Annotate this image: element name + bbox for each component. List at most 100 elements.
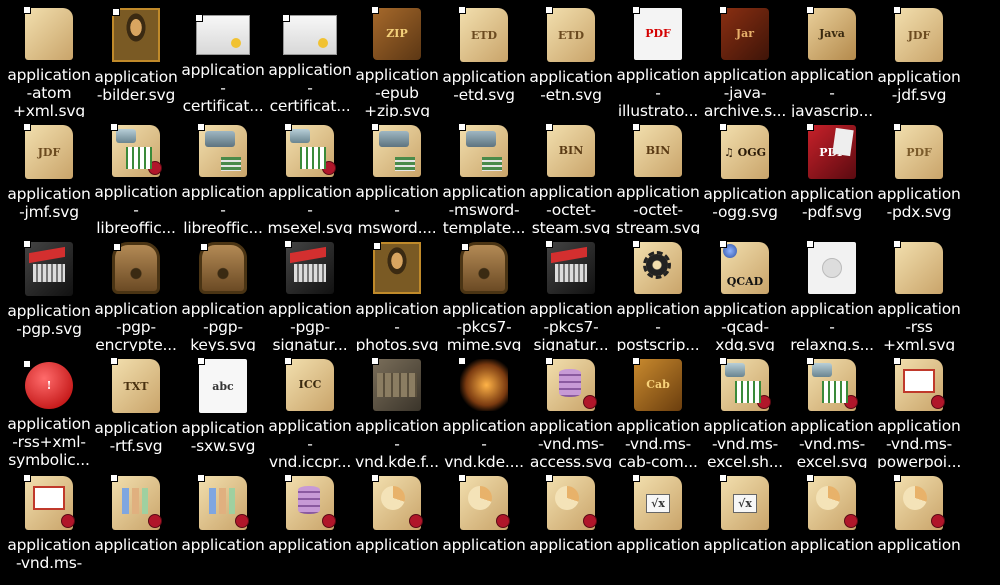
emblem-marker-icon bbox=[806, 6, 814, 14]
file-icon-item[interactable]: application bbox=[527, 468, 615, 585]
file-icon-item[interactable]: ICC application - vnd.iccpr... bbox=[266, 351, 354, 468]
file-icon-item[interactable]: application - libreoffic... bbox=[179, 117, 267, 234]
file-icon-item[interactable]: TXT application -rtf.svg bbox=[92, 351, 180, 468]
file-icon-item[interactable]: application -pgp.svg bbox=[5, 234, 93, 351]
file-icon-item[interactable]: application bbox=[179, 468, 267, 585]
file-icon-item[interactable]: √x application bbox=[701, 468, 789, 585]
file-icon-item[interactable]: JDF application -jdf.svg bbox=[875, 0, 963, 117]
file-icon-item[interactable]: application - libreoffic... bbox=[92, 117, 180, 234]
crate-icon bbox=[371, 357, 421, 411]
file-icon-item[interactable]: ETD application -etn.svg bbox=[527, 0, 615, 117]
file-icon-item[interactable]: Java application - javascrip... bbox=[788, 0, 876, 117]
mona-lisa-picture-icon bbox=[373, 242, 421, 294]
pdf-book-icon: PDF bbox=[806, 123, 856, 179]
file-icon-item[interactable]: application -vnd.ms- bbox=[5, 468, 93, 585]
file-name-label: application -ogg.svg bbox=[703, 185, 787, 221]
file-icon-item[interactable]: application - relaxng.s... bbox=[788, 234, 876, 351]
file-icon-item[interactable]: ETD application -etd.svg bbox=[440, 0, 528, 117]
file-icon-item[interactable]: application - certificat... bbox=[179, 0, 267, 117]
file-icon-item[interactable]: application -pgp- keys.svg bbox=[179, 234, 267, 351]
file-icon-item[interactable]: PDF application - illustrato... bbox=[614, 0, 702, 117]
file-icon-item[interactable]: application - photos.svg bbox=[353, 234, 441, 351]
file-icon-item[interactable]: application - postscrip... bbox=[614, 234, 702, 351]
file-name-label: application -octet- steam.svg bbox=[529, 182, 613, 234]
file-icon-item[interactable]: application - msexel.svg bbox=[266, 117, 354, 234]
emblem-marker-icon bbox=[23, 240, 31, 248]
file-name-label: application -java- archive.s... bbox=[703, 65, 787, 117]
wax-seal-icon bbox=[583, 394, 597, 409]
emblem-marker-icon bbox=[458, 357, 466, 365]
file-icon-item[interactable]: BIN application -octet- steam.svg bbox=[527, 117, 615, 234]
file-icon-item[interactable]: application -pgp- signatur... bbox=[266, 234, 354, 351]
file-icon-item[interactable]: application bbox=[440, 468, 528, 585]
emblem-marker-icon bbox=[632, 240, 640, 248]
emblem-marker-icon bbox=[893, 123, 901, 131]
file-icon-item[interactable]: BIN application -octet- stream.svg bbox=[614, 117, 702, 234]
file-icon-item[interactable]: application -vnd.ms- excel.sh... bbox=[701, 351, 789, 468]
file-icon-item[interactable]: application -atom +xml.svg bbox=[5, 0, 93, 117]
wax-seal-icon bbox=[496, 514, 510, 528]
emblem-marker-icon bbox=[632, 474, 640, 482]
emblem-marker-icon bbox=[719, 357, 727, 365]
zip-archive-icon: ZIP bbox=[371, 6, 421, 60]
file-icon-item[interactable]: JDF application -jmf.svg bbox=[5, 117, 93, 234]
keyring-icon bbox=[23, 240, 73, 296]
file-icon-item[interactable]: application -bilder.svg bbox=[92, 0, 180, 117]
file-icon-item[interactable]: PDF application -pdf.svg bbox=[788, 117, 876, 234]
file-icon-item[interactable]: application -vnd.ms- access.svg bbox=[527, 351, 615, 468]
icon-glyph-text: ETD bbox=[470, 28, 498, 42]
file-name-label: application - illustrato... bbox=[616, 65, 700, 117]
file-icon-item[interactable]: application bbox=[788, 468, 876, 585]
file-icon-item[interactable]: application - vnd.kde.f... bbox=[353, 351, 441, 468]
formula-document-icon: √x bbox=[719, 474, 769, 530]
keyring-icon bbox=[545, 240, 595, 294]
file-icon-item[interactable]: application - msword.... bbox=[353, 117, 441, 234]
certificate-icon bbox=[282, 14, 337, 55]
file-icon-item[interactable]: ZIP application -epub +zip.svg bbox=[353, 0, 441, 117]
file-icon-item[interactable]: QCAD application -qcad- xdg.svg bbox=[701, 234, 789, 351]
file-name-label: application -epub +zip.svg bbox=[355, 65, 439, 117]
emblem-marker-icon bbox=[371, 357, 379, 365]
file-icon-item[interactable]: application bbox=[353, 468, 441, 585]
file-icon-item[interactable]: application bbox=[92, 468, 180, 585]
file-name-label: application - libreoffic... bbox=[181, 182, 265, 234]
file-icon-item[interactable]: PDF application -pdx.svg bbox=[875, 117, 963, 234]
icon-glyph-text: Cab bbox=[646, 378, 670, 392]
file-name-label: application -vnd.ms- bbox=[7, 536, 91, 572]
padlock-icon bbox=[199, 242, 247, 294]
file-icon-item[interactable]: application - vnd.kde.... bbox=[440, 351, 528, 468]
file-icon-item[interactable]: application bbox=[875, 468, 963, 585]
file-icon-item[interactable]: application -pkcs7- mime.svg bbox=[440, 234, 528, 351]
pdf-acrobat-icon: PDF bbox=[632, 6, 682, 60]
file-name-label: application -rtf.svg bbox=[94, 419, 178, 455]
file-icon-item[interactable]: application - certificat... bbox=[266, 0, 354, 117]
emblem-marker-icon bbox=[284, 474, 292, 482]
typewriter-document-icon bbox=[197, 123, 247, 177]
file-name-label: application bbox=[442, 536, 526, 554]
file-icon-item[interactable]: application -vnd.ms- excel.svg bbox=[788, 351, 876, 468]
file-icon-item[interactable]: abc application -sxw.svg bbox=[179, 351, 267, 468]
icon-glyph-text: PDF bbox=[906, 145, 932, 159]
file-icon-item[interactable]: √x application bbox=[614, 468, 702, 585]
file-icon-item[interactable]: application bbox=[266, 468, 354, 585]
file-icon-item[interactable]: ! application -rss+xml- symbolic... bbox=[5, 351, 93, 468]
file-icon-item[interactable]: application -pgp- encrypte... bbox=[92, 234, 180, 351]
file-icon-item[interactable]: application -pkcs7- signatur... bbox=[527, 234, 615, 351]
emblem-marker-icon bbox=[632, 123, 640, 131]
file-icon-item[interactable]: application -rss +xml.svg bbox=[875, 234, 963, 351]
pie-chart-document-icon bbox=[806, 474, 858, 530]
file-icon-item[interactable]: application -msword- template... bbox=[440, 117, 528, 234]
emblem-marker-icon bbox=[632, 357, 640, 365]
icon-glyph-text: Java bbox=[819, 27, 845, 41]
file-icon-item[interactable]: Jar application -java- archive.s... bbox=[701, 0, 789, 117]
file-name-label: application bbox=[268, 536, 352, 554]
file-icon-item[interactable]: application -vnd.ms- powerpoi... bbox=[875, 351, 963, 468]
file-icon-item[interactable]: ♫ OGG application -ogg.svg bbox=[701, 117, 789, 234]
file-name-label: application -sxw.svg bbox=[181, 419, 265, 455]
file-name-label: application -rss +xml.svg bbox=[877, 299, 961, 351]
emblem-marker-icon bbox=[23, 360, 31, 368]
file-name-label: application -bilder.svg bbox=[94, 68, 178, 104]
file-icon-item[interactable]: Cab application -vnd.ms- cab-com... bbox=[614, 351, 702, 468]
emblem-marker-icon bbox=[545, 6, 553, 14]
database-document-icon bbox=[545, 357, 597, 411]
